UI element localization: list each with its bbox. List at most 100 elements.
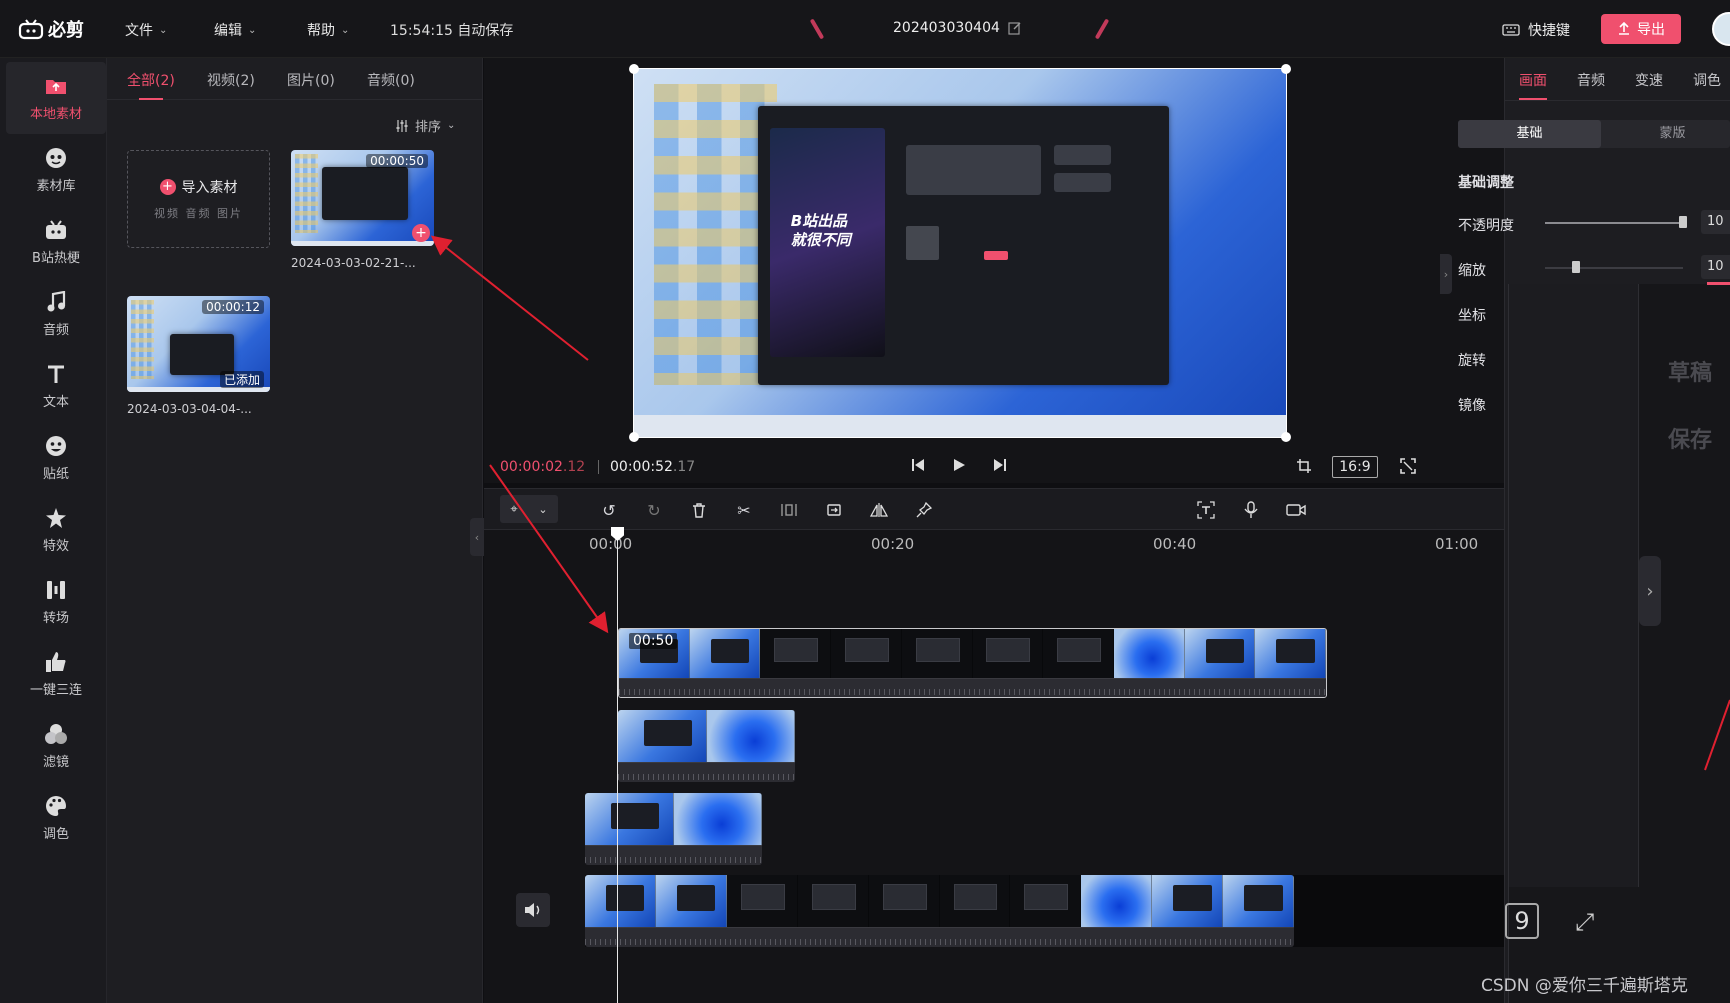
track-volume-button[interactable] — [516, 893, 550, 927]
segment-basic[interactable]: 基础 — [1458, 120, 1601, 148]
avatar[interactable] — [1712, 12, 1730, 46]
opacity-value[interactable]: 10 — [1701, 210, 1730, 234]
basic-mask-switch: 基础 蒙版 — [1458, 120, 1730, 148]
skip-back-button[interactable] — [911, 458, 925, 476]
media-item-2[interactable]: 00:00:12 已添加 — [127, 296, 270, 392]
delete-button[interactable] — [689, 500, 709, 520]
import-label: 导入素材 — [181, 180, 238, 196]
skip-forward-button[interactable] — [993, 458, 1007, 476]
menu-edit[interactable]: 编辑 ⌄ — [214, 20, 256, 40]
fullscreen-button[interactable] — [1400, 458, 1416, 478]
timeline-clip-main-track[interactable] — [585, 875, 1294, 947]
overlay-expand-button[interactable]: › — [1639, 556, 1661, 626]
pin-button[interactable] — [914, 500, 934, 520]
total-time-main: 00:00:52 — [610, 459, 673, 475]
current-time-frac: .12 — [562, 459, 586, 475]
preview-canvas[interactable]: B站出品 就很不同 — [629, 64, 1291, 442]
tab-image[interactable]: 图片(0) — [287, 70, 335, 90]
resize-handle[interactable] — [1281, 432, 1291, 442]
sidebar-item-label: 贴纸 — [42, 466, 69, 482]
playhead[interactable] — [617, 527, 618, 1003]
sidebar-item-bilibili-memes[interactable]: B站热梗 — [6, 206, 106, 278]
clip-frames — [619, 629, 1326, 678]
tab-audio[interactable]: 音频(0) — [367, 70, 415, 90]
aspect-ratio-button[interactable]: 16:9 — [1332, 456, 1378, 478]
text-recognition-button[interactable] — [1196, 500, 1216, 520]
tab-speed[interactable]: 变速 — [1635, 70, 1663, 90]
sidebar-item-material-library[interactable]: 素材库 — [6, 134, 106, 206]
sort-button[interactable]: 排序 ⌄ — [395, 116, 455, 135]
sidebar-item-transition[interactable]: 转场 — [6, 566, 106, 638]
sidebar-item-filter[interactable]: 滤镜 — [6, 710, 106, 782]
tabs-divider — [1505, 100, 1730, 101]
media-item-name: 2024-03-03-02-21-... — [291, 256, 416, 270]
sidebar-item-triple[interactable]: 一键三连 — [6, 638, 106, 710]
collapse-right-panel-button[interactable]: › — [1440, 254, 1452, 294]
collapse-media-panel-button[interactable]: ‹ — [470, 518, 484, 556]
pin-icon — [916, 502, 932, 518]
timeline-clip[interactable] — [585, 793, 762, 865]
resize-handle[interactable] — [629, 64, 639, 74]
add-to-timeline-icon[interactable]: + — [412, 224, 430, 242]
menu-file[interactable]: 文件 ⌄ — [125, 20, 167, 40]
music-note-icon — [44, 290, 68, 313]
media-panel: 全部(2) 视频(2) 图片(0) 音频(0) 排序 ⌄ + 导入素材 视频 音频… — [107, 58, 483, 1003]
overlay-accent — [1707, 282, 1730, 285]
scale-slider[interactable] — [1545, 267, 1683, 269]
tab-color-grade[interactable]: 调色 — [1693, 70, 1721, 90]
timeline-clip-main[interactable]: 00:50 — [618, 628, 1327, 698]
undo-button[interactable]: ↺ — [599, 500, 619, 520]
sidebar-item-color[interactable]: 调色 — [6, 782, 106, 854]
sidebar-item-local-media[interactable]: 本地素材 — [6, 62, 106, 134]
tab-picture[interactable]: 画面 — [1519, 70, 1547, 100]
tab-audio-props[interactable]: 音频 — [1577, 70, 1605, 90]
sidebar-item-sticker[interactable]: 贴纸 — [6, 422, 106, 494]
scale-slider-knob[interactable] — [1571, 261, 1580, 273]
total-time: 00:00:52.17 — [610, 459, 695, 475]
scale-value[interactable]: 10 — [1701, 255, 1730, 279]
replace-button[interactable] — [824, 500, 844, 520]
record-audio-button[interactable] — [1241, 500, 1261, 520]
sidebar-item-effects[interactable]: 特效 — [6, 494, 106, 566]
segment-mask[interactable]: 蒙版 — [1601, 120, 1730, 148]
sidebar-item-text[interactable]: 文本 — [6, 350, 106, 422]
resize-handle[interactable] — [1281, 64, 1291, 74]
audio-waveform — [619, 677, 1326, 697]
media-item-1[interactable]: 00:00:50 + — [291, 150, 434, 246]
overlay-ratio-digit[interactable]: 9 — [1505, 903, 1539, 939]
preview-screen-text: B站出品 就很不同 — [790, 212, 851, 250]
sidebar-item-audio[interactable]: 音频 — [6, 278, 106, 350]
freeze-frame-button[interactable] — [779, 500, 799, 520]
menu-help[interactable]: 帮助 ⌄ — [307, 20, 349, 40]
redo-button[interactable]: ↻ — [644, 500, 664, 520]
mirror-button[interactable] — [869, 500, 889, 520]
sidebar-item-label: 音频 — [42, 322, 69, 338]
menu-edit-label: 编辑 — [214, 23, 242, 39]
export-button[interactable]: 导出 — [1601, 14, 1681, 44]
current-time-main: 00:00:02 — [500, 459, 563, 475]
tab-all[interactable]: 全部(2) — [127, 70, 175, 100]
title-decoration-left — [809, 18, 825, 40]
media-duration: 00:00:12 — [202, 300, 264, 314]
edit-icon[interactable] — [1008, 21, 1022, 35]
opacity-slider-knob[interactable] — [1679, 216, 1687, 228]
play-button[interactable] — [952, 458, 966, 476]
timeline-clip[interactable] — [618, 710, 795, 782]
palette-icon — [44, 795, 68, 817]
shortcut-button[interactable]: 快捷键 — [1502, 20, 1570, 40]
tv-icon — [44, 219, 68, 241]
sidebar-item-label: B站热梗 — [32, 250, 80, 266]
resize-handle[interactable] — [629, 432, 639, 442]
opacity-slider[interactable] — [1545, 222, 1683, 224]
record-video-button[interactable] — [1286, 500, 1306, 520]
media-duration: 00:00:50 — [366, 154, 428, 168]
crop-button[interactable] — [1296, 458, 1312, 478]
overlay-fullscreen-icon[interactable]: ⤢ — [1575, 908, 1594, 936]
sticker-icon — [44, 435, 68, 457]
sort-label: 排序 — [415, 120, 442, 135]
project-title[interactable]: 202403030404 — [893, 20, 1022, 36]
select-tool-dropdown[interactable]: ⌖ ⌄ — [500, 495, 558, 523]
tab-video[interactable]: 视频(2) — [207, 70, 255, 90]
import-media-button[interactable]: + 导入素材 视频 音频 图片 — [127, 150, 270, 248]
split-button[interactable]: ✂ — [734, 500, 754, 520]
